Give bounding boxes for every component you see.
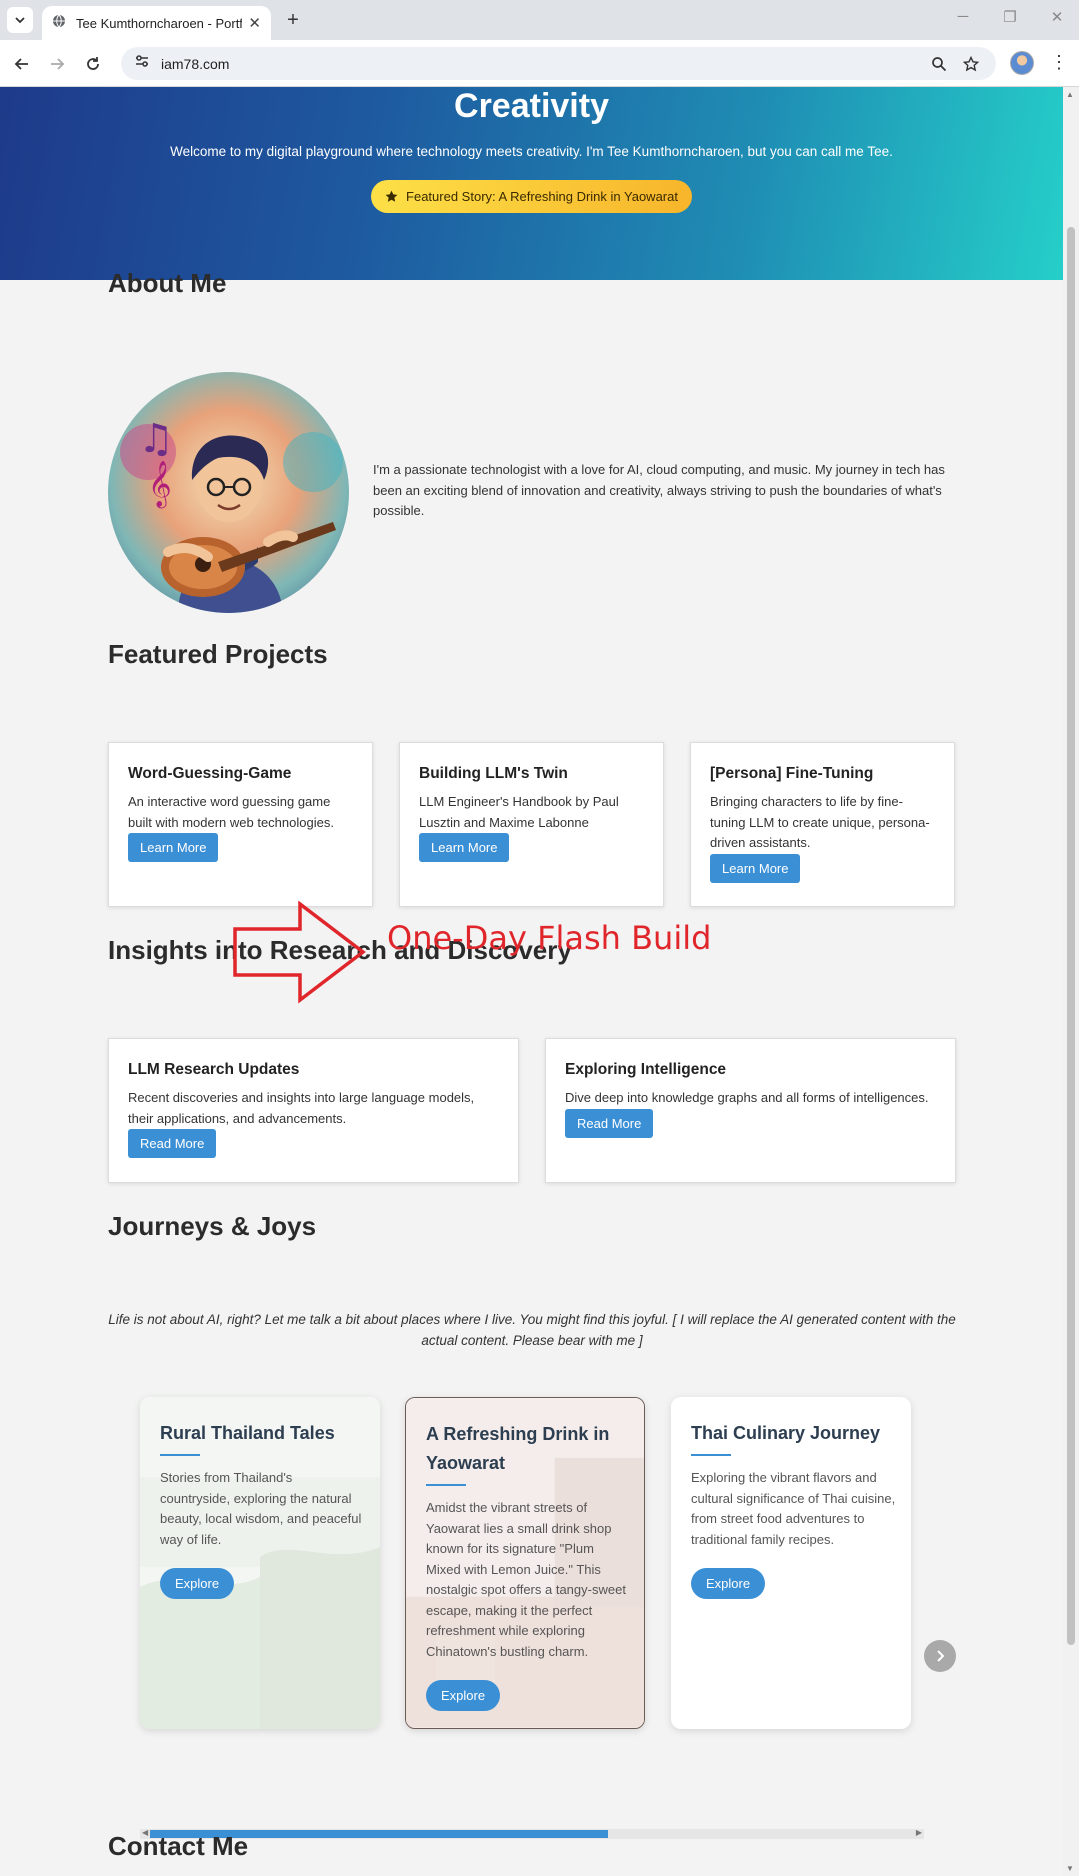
explore-button[interactable]: Explore (426, 1680, 501, 1711)
browser-tab[interactable]: Tee Kumthorncharoen - Portfolio ✕ (42, 6, 271, 40)
page-scroll-thumb[interactable] (1067, 227, 1075, 1645)
carousel-scrollbar[interactable]: ◀ ▶ (140, 1828, 924, 1839)
menu-icon[interactable]: ⋮ (1050, 52, 1068, 73)
svg-text:𝄞: 𝄞 (148, 461, 172, 509)
learn-more-button[interactable]: Learn More (419, 833, 510, 862)
magnifier-icon[interactable] (929, 54, 949, 74)
url-text: iam78.com (161, 55, 230, 72)
journey-title: A Refreshing Drink in Yaowarat (426, 1424, 610, 1473)
arrow-left-icon[interactable] (10, 52, 34, 76)
read-more-button[interactable]: Read More (565, 1108, 654, 1138)
title-underline (160, 1454, 200, 1456)
project-card: Word-Guessing-Game An interactive word g… (108, 742, 373, 907)
restore-icon[interactable]: ❐ (1000, 8, 1020, 26)
learn-more-button[interactable]: Learn More (710, 853, 801, 883)
page-viewport: Creativity Welcome to my digital playgro… (0, 87, 1063, 1876)
close-icon[interactable]: ✕ (248, 16, 261, 31)
project-card: Building LLM's Twin LLM Engineer's Handb… (399, 742, 664, 907)
hero-subtitle: Welcome to my digital playground where t… (170, 144, 893, 159)
journey-desc: Stories from Thailand's countryside, exp… (160, 1470, 362, 1547)
project-desc: LLM Engineer's Handbook by Paul Lusztin … (419, 794, 619, 830)
annotation-text: One-Day Flash Build (387, 919, 712, 957)
insight-desc: Dive deep into knowledge graphs and all … (565, 1090, 929, 1105)
project-desc: An interactive word guessing game built … (128, 794, 334, 830)
page-scrollbar[interactable]: ▲ ▼ (1063, 87, 1079, 1876)
learn-more-button[interactable]: Learn More (128, 833, 219, 862)
journey-desc: Amidst the vibrant streets of Yaowarat l… (426, 1500, 626, 1659)
arrow-right-annotation-icon (233, 901, 366, 1004)
about-title: About Me (108, 268, 227, 298)
featured-story-label: Featured Story: A Refreshing Drink in Ya… (406, 189, 678, 204)
minimize-icon[interactable]: ─ (953, 8, 973, 25)
tab-title: Tee Kumthorncharoen - Portfolio (76, 15, 242, 31)
chevron-right-icon[interactable] (924, 1640, 956, 1672)
hero-title: Creativity (454, 87, 609, 125)
insight-title: LLM Research Updates (128, 1061, 300, 1078)
about-text: I'm a passionate technologist with a lov… (373, 462, 945, 518)
omnibox[interactable]: iam78.com (121, 47, 996, 80)
journey-title: Thai Culinary Journey (691, 1423, 881, 1443)
journey-card: Thai Culinary Journey Exploring the vibr… (671, 1397, 911, 1729)
insight-card: LLM Research Updates Recent discoveries … (108, 1038, 519, 1183)
explore-button[interactable]: Explore (691, 1568, 766, 1599)
project-title: Word-Guessing-Game (128, 765, 292, 782)
insight-title: Exploring Intelligence (565, 1061, 727, 1078)
project-desc: Bringing characters to life by fine-tuni… (710, 794, 930, 850)
contact-title: Contact Me (108, 1831, 249, 1861)
window-close-icon[interactable]: ✕ (1047, 8, 1067, 26)
hero-banner: Creativity Welcome to my digital playgro… (0, 87, 1063, 280)
featured-story-button[interactable]: Featured Story: A Refreshing Drink in Ya… (371, 180, 692, 213)
reload-icon[interactable] (81, 52, 105, 76)
journeys-title: Journeys & Joys (108, 1211, 317, 1241)
explore-button[interactable]: Explore (160, 1568, 235, 1599)
project-title: [Persona] Fine-Tuning (710, 765, 874, 782)
globe-icon (52, 14, 66, 33)
title-underline (691, 1454, 731, 1456)
journey-title: Rural Thailand Tales (160, 1423, 335, 1443)
insight-card: Exploring Intelligence Dive deep into kn… (545, 1038, 956, 1183)
projects-title: Featured Projects (108, 639, 328, 669)
profile-illustration: ♫ 𝄞 (108, 372, 349, 613)
tune-icon[interactable] (135, 54, 149, 73)
scroll-right-icon[interactable]: ▶ (916, 1828, 922, 1837)
new-tab-icon[interactable]: + (281, 8, 305, 32)
journeys-intro: Life is not about AI, right? Let me talk… (108, 1312, 956, 1348)
project-card: [Persona] Fine-Tuning Bringing character… (690, 742, 955, 907)
address-bar: iam78.com ⋮ (0, 40, 1079, 87)
scroll-down-icon[interactable]: ▼ (1066, 1864, 1074, 1873)
profile-avatar[interactable] (1010, 51, 1034, 75)
browser-tab-bar: Tee Kumthorncharoen - Portfolio ✕ + ─ ❐ … (0, 0, 1079, 40)
insight-desc: Recent discoveries and insights into lar… (128, 1090, 475, 1126)
journey-card: A Refreshing Drink in Yaowarat Amidst th… (405, 1397, 645, 1729)
arrow-right-icon[interactable] (45, 52, 69, 76)
chevron-down-icon[interactable] (7, 7, 33, 33)
project-title: Building LLM's Twin (419, 765, 568, 782)
star-icon[interactable] (961, 54, 981, 74)
read-more-button[interactable]: Read More (128, 1129, 217, 1158)
title-underline (426, 1484, 466, 1486)
scroll-up-icon[interactable]: ▲ (1066, 90, 1074, 99)
svg-text:♫: ♫ (138, 416, 174, 462)
star-icon (385, 190, 398, 202)
journey-card: Rural Thailand Tales Stories from Thaila… (140, 1397, 380, 1729)
journey-desc: Exploring the vibrant flavors and cultur… (691, 1470, 896, 1547)
